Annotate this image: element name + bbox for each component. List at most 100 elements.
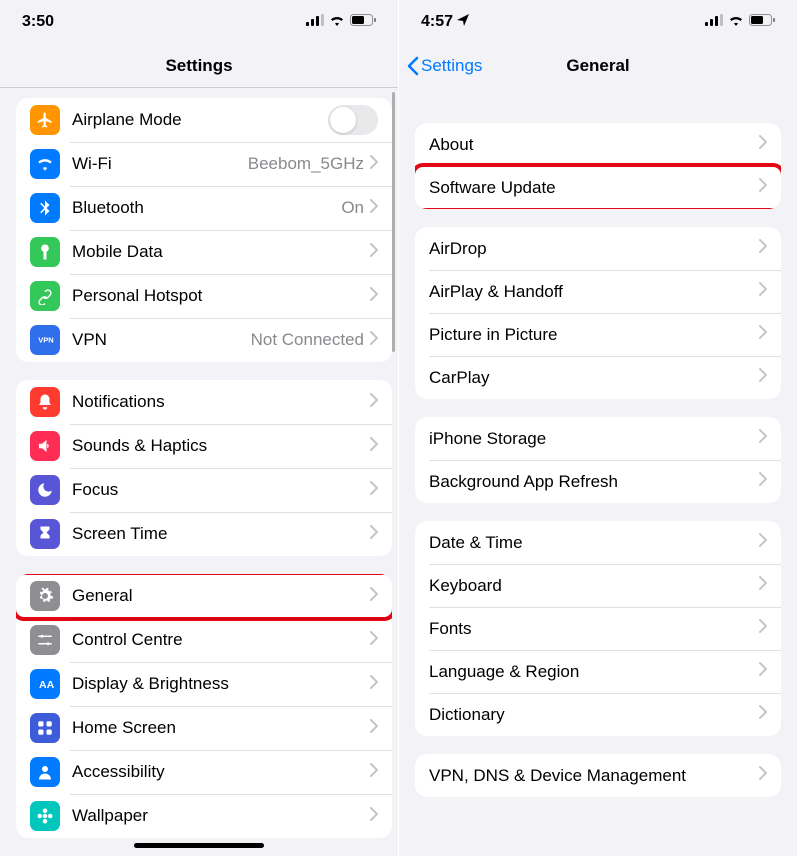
row-display-brightness[interactable]: AADisplay & Brightness	[16, 662, 392, 706]
settings-group: AboutSoftware Update	[415, 123, 781, 209]
back-button[interactable]: Settings	[407, 56, 482, 76]
general-content[interactable]: AboutSoftware Update AirDrop AirPlay & Han…	[399, 88, 797, 856]
row-label: Notifications	[72, 392, 370, 412]
link-icon	[30, 281, 60, 311]
row-value: Beebom_5GHz	[248, 154, 364, 174]
row-about[interactable]: About	[415, 123, 781, 166]
row-label: AirPlay & Handoff	[429, 282, 759, 302]
signal-icon	[306, 13, 324, 31]
row-control-centre[interactable]: Control Centre	[16, 618, 392, 662]
row-label: Home Screen	[72, 718, 370, 738]
row-home-screen[interactable]: Home Screen	[16, 706, 392, 750]
chevron-right-icon	[370, 763, 378, 782]
row-label: Fonts	[429, 619, 759, 639]
row-label: VPN, DNS & Device Management	[429, 766, 759, 786]
speaker-icon	[30, 431, 60, 461]
row-screen-time[interactable]: Screen Time	[16, 512, 392, 556]
row-wi-fi[interactable]: Wi-FiBeebom_5GHz	[16, 142, 392, 186]
settings-group: Airplane ModeWi-FiBeebom_5GHzBluetoothOn…	[16, 98, 392, 362]
row-label: VPN	[72, 330, 251, 350]
row-airplay-handoff[interactable]: AirPlay & Handoff	[415, 270, 781, 313]
row-general[interactable]: General	[16, 574, 392, 618]
chevron-right-icon	[370, 437, 378, 456]
hourglass-icon	[30, 519, 60, 549]
svg-text:AA: AA	[39, 679, 54, 691]
row-airplane-mode[interactable]: Airplane Mode	[16, 98, 392, 142]
textsize-icon: AA	[30, 669, 60, 699]
row-label: Bluetooth	[72, 198, 341, 218]
flower-icon	[30, 801, 60, 831]
chevron-right-icon	[370, 481, 378, 500]
row-airdrop[interactable]: AirDrop	[415, 227, 781, 270]
bluetooth-icon	[30, 193, 60, 223]
wifi-icon	[30, 149, 60, 179]
chevron-right-icon	[759, 619, 767, 638]
chevron-right-icon	[370, 287, 378, 306]
scroll-indicator[interactable]	[392, 92, 395, 352]
settings-group: Notifications Sounds & Haptics Focus Screen…	[16, 380, 392, 556]
row-background-app-refresh[interactable]: Background App Refresh	[415, 460, 781, 503]
row-mobile-data[interactable]: Mobile Data	[16, 230, 392, 274]
nav-title: Settings	[165, 56, 232, 76]
row-carplay[interactable]: CarPlay	[415, 356, 781, 399]
chevron-right-icon	[759, 135, 767, 154]
chevron-right-icon	[759, 662, 767, 681]
row-picture-in-picture[interactable]: Picture in Picture	[415, 313, 781, 356]
signal-icon	[705, 13, 723, 31]
chevron-right-icon	[370, 331, 378, 350]
chevron-right-icon	[759, 368, 767, 387]
row-value: Not Connected	[251, 330, 364, 350]
row-date-time[interactable]: Date & Time	[415, 521, 781, 564]
row-label: Wallpaper	[72, 806, 370, 826]
chevron-right-icon	[759, 766, 767, 785]
row-bluetooth[interactable]: BluetoothOn	[16, 186, 392, 230]
vpn-icon: VPN	[30, 325, 60, 355]
chevron-right-icon	[370, 155, 378, 174]
wifi-status-icon	[728, 13, 744, 31]
settings-group: AirDrop AirPlay & Handoff Picture in Pictu…	[415, 227, 781, 399]
settings-content[interactable]: Airplane ModeWi-FiBeebom_5GHzBluetoothOn…	[0, 88, 398, 856]
row-label: Background App Refresh	[429, 472, 759, 492]
row-label: Date & Time	[429, 533, 759, 553]
chevron-right-icon	[759, 429, 767, 448]
row-accessibility[interactable]: Accessibility	[16, 750, 392, 794]
row-software-update[interactable]: Software Update	[415, 166, 781, 209]
row-dictionary[interactable]: Dictionary	[415, 693, 781, 736]
row-fonts[interactable]: Fonts	[415, 607, 781, 650]
row-vpn-dns-device-management[interactable]: VPN, DNS & Device Management	[415, 754, 781, 797]
row-label: Dictionary	[429, 705, 759, 725]
settings-group: General Control Centre AADisplay & Brightn…	[16, 574, 392, 838]
row-vpn[interactable]: VPNVPNNot Connected	[16, 318, 392, 362]
chevron-right-icon	[759, 239, 767, 258]
row-language-region[interactable]: Language & Region	[415, 650, 781, 693]
bell-icon	[30, 387, 60, 417]
row-personal-hotspot[interactable]: Personal Hotspot	[16, 274, 392, 318]
row-iphone-storage[interactable]: iPhone Storage	[415, 417, 781, 460]
row-label: Control Centre	[72, 630, 370, 650]
chevron-right-icon	[370, 631, 378, 650]
grid-icon	[30, 713, 60, 743]
toggle-airplane-mode[interactable]	[328, 105, 378, 135]
row-label: Wi-Fi	[72, 154, 248, 174]
settings-group: Date & Time Keyboard Fonts Language & Regio…	[415, 521, 781, 736]
chevron-right-icon	[759, 576, 767, 595]
chevron-right-icon	[759, 325, 767, 344]
back-label: Settings	[421, 56, 482, 76]
row-notifications[interactable]: Notifications	[16, 380, 392, 424]
row-label: Focus	[72, 480, 370, 500]
row-label: Screen Time	[72, 524, 370, 544]
settings-group: iPhone Storage Background App Refresh	[415, 417, 781, 503]
chevron-right-icon	[370, 719, 378, 738]
status-time: 3:50	[22, 13, 54, 31]
row-wallpaper[interactable]: Wallpaper	[16, 794, 392, 838]
home-indicator[interactable]	[134, 843, 264, 848]
battery-icon	[350, 13, 376, 31]
row-label: iPhone Storage	[429, 429, 759, 449]
chevron-right-icon	[370, 243, 378, 262]
row-label: Keyboard	[429, 576, 759, 596]
row-value: On	[341, 198, 364, 218]
row-sounds-haptics[interactable]: Sounds & Haptics	[16, 424, 392, 468]
row-keyboard[interactable]: Keyboard	[415, 564, 781, 607]
row-focus[interactable]: Focus	[16, 468, 392, 512]
chevron-right-icon	[370, 525, 378, 544]
